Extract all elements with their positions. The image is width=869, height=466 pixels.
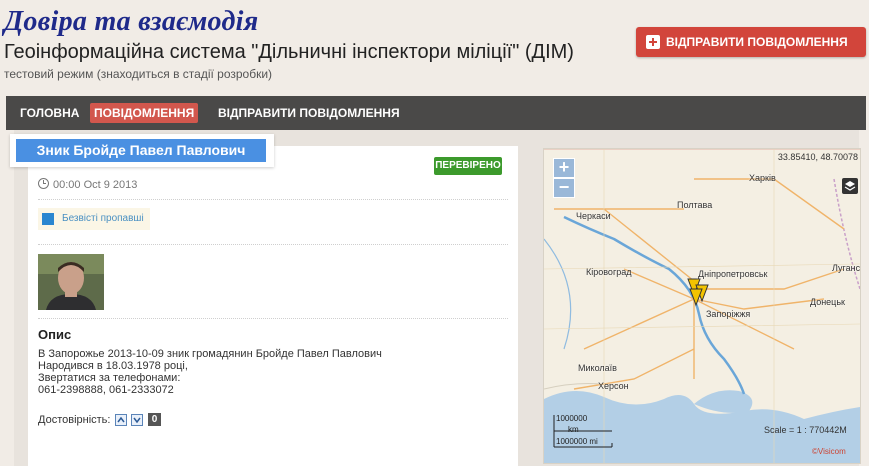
zoom-out-button[interactable]: − [553,178,575,198]
scale-km-value: 1000000 [556,414,588,423]
person-photo-image [38,254,104,310]
layers-button[interactable] [842,178,858,194]
site-header: Довіра та взаємодія Геоінформаційна сист… [0,0,869,96]
divider [38,244,508,245]
send-message-button[interactable]: ВІДПРАВИТИ ПОВІДОМЛЕННЯ [636,27,866,57]
description-line: Звертатися за телефонами: [38,372,181,384]
scale-mi-value: 1000000 mi [556,437,598,446]
city-label: Донецьк [810,297,845,307]
layers-icon [844,181,856,191]
vote-up-button[interactable] [115,414,127,426]
divider [38,199,508,200]
test-mode-note: тестовий режим (знаходиться в стадії роз… [4,67,273,81]
description-line: В Запорожье 2013-10-09 зник громадянин Б… [38,348,382,360]
map-view[interactable]: Харків Полтава Черкаси Кіровоград Дніпро… [543,148,861,464]
plus-icon [646,35,660,49]
nav-item-home[interactable]: ГОЛОВНА [16,103,83,123]
reliability-label: Достовірність: [38,414,111,426]
site-subtitle: Геоінформаційна система "Дільничні інспе… [4,41,574,63]
coordinates-readout: 33.85410, 48.70078 [777,152,858,162]
arrow-up-icon [117,416,125,423]
city-label: Харків [749,173,776,183]
arrow-down-icon [133,417,141,424]
reliability-score: 0 [148,413,161,426]
nav-item-messages[interactable]: ПОВІДОМЛЕННЯ [90,103,199,123]
description-line: Народився в 18.03.1978 році, [38,360,188,372]
category-tag[interactable]: Безвісті пропавші [38,208,150,230]
scale-ratio: Scale = 1 : 770442M [764,425,847,435]
category-color-icon [42,213,54,225]
zoom-in-button[interactable]: + [553,158,575,178]
map-copyright[interactable]: ©Visicom [812,447,846,456]
divider [38,318,508,319]
report-title-box: Зник Бройде Павел Павлович [10,134,274,167]
category-label: Безвісті пропавші [62,213,144,224]
report-timestamp: 00:00 Oct 9 2013 [38,177,137,191]
send-message-label: ВІДПРАВИТИ ПОВІДОМЛЕННЯ [666,35,848,49]
city-label: Черкаси [576,211,611,221]
city-label: Луганськ [832,263,861,273]
report-title: Зник Бройде Павел Павлович [16,139,266,162]
timestamp-text: 00:00 Oct 9 2013 [53,179,138,191]
person-photo[interactable] [38,254,104,310]
city-label: Полтава [677,200,713,210]
city-label: Херсон [598,381,629,391]
description-line: 061-2398888, 061-2333072 [38,384,174,396]
main-navbar: ГОЛОВНА ПОВІДОМЛЕННЯ ВІДПРАВИТИ ПОВІДОМЛ… [6,96,866,130]
description-title: Опис [38,327,72,342]
brand-title[interactable]: Довіра та взаємодія [4,6,259,38]
status-badge: ПЕРЕВІРЕНО [434,157,502,175]
city-label: Дніпропетровськ [698,269,768,279]
scale-km-unit: km [568,425,579,434]
vote-down-button[interactable] [131,414,143,426]
description-text: В Запорожье 2013-10-09 зник громадянин Б… [38,348,438,396]
city-label: Кіровоград [586,267,632,277]
city-label: Запоріжжя [706,309,751,319]
nav-item-send-message[interactable]: ВІДПРАВИТИ ПОВІДОМЛЕННЯ [214,103,404,123]
clock-icon [38,178,49,189]
city-label: Миколаїв [578,363,617,373]
